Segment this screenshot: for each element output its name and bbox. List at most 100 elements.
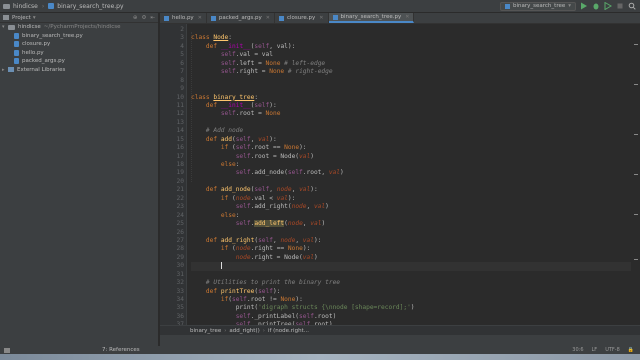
- close-icon[interactable]: ✕: [405, 14, 409, 20]
- tab-label: packed_args.py: [218, 15, 262, 21]
- run-icon[interactable]: [580, 2, 588, 10]
- tree-file-label: binary_search_tree.py: [22, 32, 83, 39]
- code-line: 5 self.val = val: [180, 51, 631, 59]
- line-number: 5: [180, 51, 184, 59]
- code-line: 31: [177, 271, 631, 279]
- chevron-down-icon[interactable]: ▾: [33, 15, 36, 21]
- line-number: 21: [176, 186, 184, 194]
- breadcrumb-item[interactable]: add_right(): [229, 328, 259, 334]
- code-line: 26: [177, 229, 631, 237]
- line-number: 16: [176, 144, 184, 152]
- coverage-icon[interactable]: [604, 2, 612, 10]
- line-number: 36: [176, 312, 184, 320]
- close-icon[interactable]: ✕: [198, 15, 202, 21]
- nav-file-label: binary_search_tree.py: [57, 2, 124, 10]
- line-number: 25: [176, 220, 184, 228]
- code-line: 32 # Utilities to print the binary tree: [177, 279, 631, 287]
- tab-packed-args[interactable]: packed_args.py ✕: [207, 13, 275, 23]
- line-number: 11: [176, 101, 184, 109]
- file-encoding[interactable]: UTF-8: [605, 347, 620, 353]
- code-editor[interactable]: 2 3 class Node: 4 def __init__(self, val)…: [160, 24, 640, 325]
- os-dock: [0, 354, 640, 360]
- tab-label: binary_search_tree.py: [340, 14, 402, 20]
- tab-binary-search-tree[interactable]: binary_search_tree.py ✕: [328, 13, 415, 23]
- code-line: 33 def printTree(self):: [177, 288, 631, 296]
- line-number: 31: [176, 270, 184, 278]
- code-line: 6 self.left = None # left-edge: [180, 60, 631, 68]
- nav-project-label: hindicse: [13, 2, 38, 10]
- code-line: 23 self.add_right(node, val): [177, 203, 631, 211]
- tree-file-item[interactable]: packed_args.py: [0, 57, 158, 66]
- tree-external-libraries[interactable]: ▸ External Libraries: [0, 66, 158, 75]
- line-number: 29: [176, 253, 184, 261]
- python-file-icon: [14, 41, 19, 48]
- code-line: 34 if(self.root != None):: [177, 296, 631, 304]
- lock-icon[interactable]: 🔒: [628, 347, 634, 353]
- code-line: 36 self._printLabel(self.root): [177, 313, 631, 321]
- tool-window-icon[interactable]: [4, 347, 10, 353]
- tree-file-item[interactable]: closure.py: [0, 40, 158, 49]
- code-line: 8: [180, 77, 631, 85]
- code-area[interactable]: 2 3 class Node: 4 def __init__(self, val)…: [177, 26, 631, 325]
- nav-project-crumb[interactable]: hindicse: [0, 3, 41, 10]
- debug-icon[interactable]: [592, 2, 600, 10]
- python-file-icon: [14, 49, 19, 56]
- tree-file-item[interactable]: hello.py: [0, 49, 158, 58]
- line-number: 12: [176, 110, 184, 118]
- tree-file-label: packed_args.py: [22, 58, 65, 65]
- chevron-right-icon: ›: [224, 327, 227, 334]
- line-number: 9: [180, 85, 184, 93]
- library-icon: [8, 67, 14, 73]
- tree-external-label: External Libraries: [17, 66, 66, 73]
- line-number: 23: [176, 203, 184, 211]
- chevron-down-icon: ▾: [568, 3, 571, 9]
- code-line: 21 def add_node(self, node, val):: [177, 186, 631, 194]
- caret-position[interactable]: 30:6: [572, 347, 583, 353]
- hide-icon[interactable]: ⇤: [150, 15, 155, 21]
- python-file-icon: [279, 15, 284, 21]
- tree-root[interactable]: ▾ hindicse ~/PycharmProjects/hindicse: [0, 23, 158, 32]
- tab-closure[interactable]: closure.py ✕: [275, 13, 329, 23]
- line-number: 15: [176, 135, 184, 143]
- search-icon[interactable]: [628, 2, 636, 10]
- breadcrumb-item[interactable]: if (node.right...: [268, 328, 309, 334]
- tab-label: closure.py: [287, 15, 316, 21]
- tree-root-label: hindicse: [18, 24, 41, 31]
- code-line: 17 self.root = Node(val): [177, 153, 631, 161]
- line-number: 28: [176, 245, 184, 253]
- stop-icon[interactable]: [616, 2, 624, 10]
- project-panel-title[interactable]: Project: [12, 15, 31, 21]
- gear-icon[interactable]: ⚙: [141, 15, 146, 21]
- tab-hello[interactable]: hello.py ✕: [160, 13, 207, 23]
- line-number: 14: [176, 127, 184, 135]
- chevron-right-icon: ›: [262, 327, 265, 334]
- tab-label: hello.py: [172, 15, 194, 21]
- folder-icon: [3, 15, 9, 20]
- code-line: 16 if (self.root == None):: [177, 144, 631, 152]
- line-number: 13: [176, 118, 184, 126]
- line-number: 26: [176, 228, 184, 236]
- close-icon[interactable]: ✕: [319, 15, 323, 21]
- nav-file-crumb[interactable]: binary_search_tree.py: [45, 3, 126, 10]
- run-configuration-select[interactable]: binary_search_tree ▾: [500, 1, 576, 11]
- line-number: 17: [176, 152, 184, 160]
- error-stripe[interactable]: [634, 24, 638, 325]
- navigation-bar: hindicse › binary_search_tree.py binary_…: [0, 0, 640, 13]
- code-line: 9: [180, 85, 631, 93]
- code-line: 18 else:: [177, 161, 631, 169]
- code-line: 10 class binary_tree:: [177, 94, 631, 102]
- sync-icon[interactable]: ⊕: [133, 15, 138, 21]
- code-line: 13: [177, 119, 631, 127]
- code-line: 19 self.add_node(self.root, val): [177, 169, 631, 177]
- tree-file-item[interactable]: binary_search_tree.py: [0, 32, 158, 41]
- line-number: 32: [176, 279, 184, 287]
- tree-file-label: hello.py: [22, 49, 44, 56]
- python-file-icon: [164, 15, 169, 21]
- code-line: 24 else:: [177, 212, 631, 220]
- close-icon[interactable]: ✕: [266, 15, 270, 21]
- breadcrumb-item[interactable]: binary_tree: [190, 328, 221, 334]
- line-separator[interactable]: LF: [592, 347, 598, 353]
- references-tool-button[interactable]: 7: References: [102, 347, 140, 353]
- folder-icon: [8, 24, 15, 30]
- panel-actions: ⊕ ⚙ ⇤: [133, 15, 155, 21]
